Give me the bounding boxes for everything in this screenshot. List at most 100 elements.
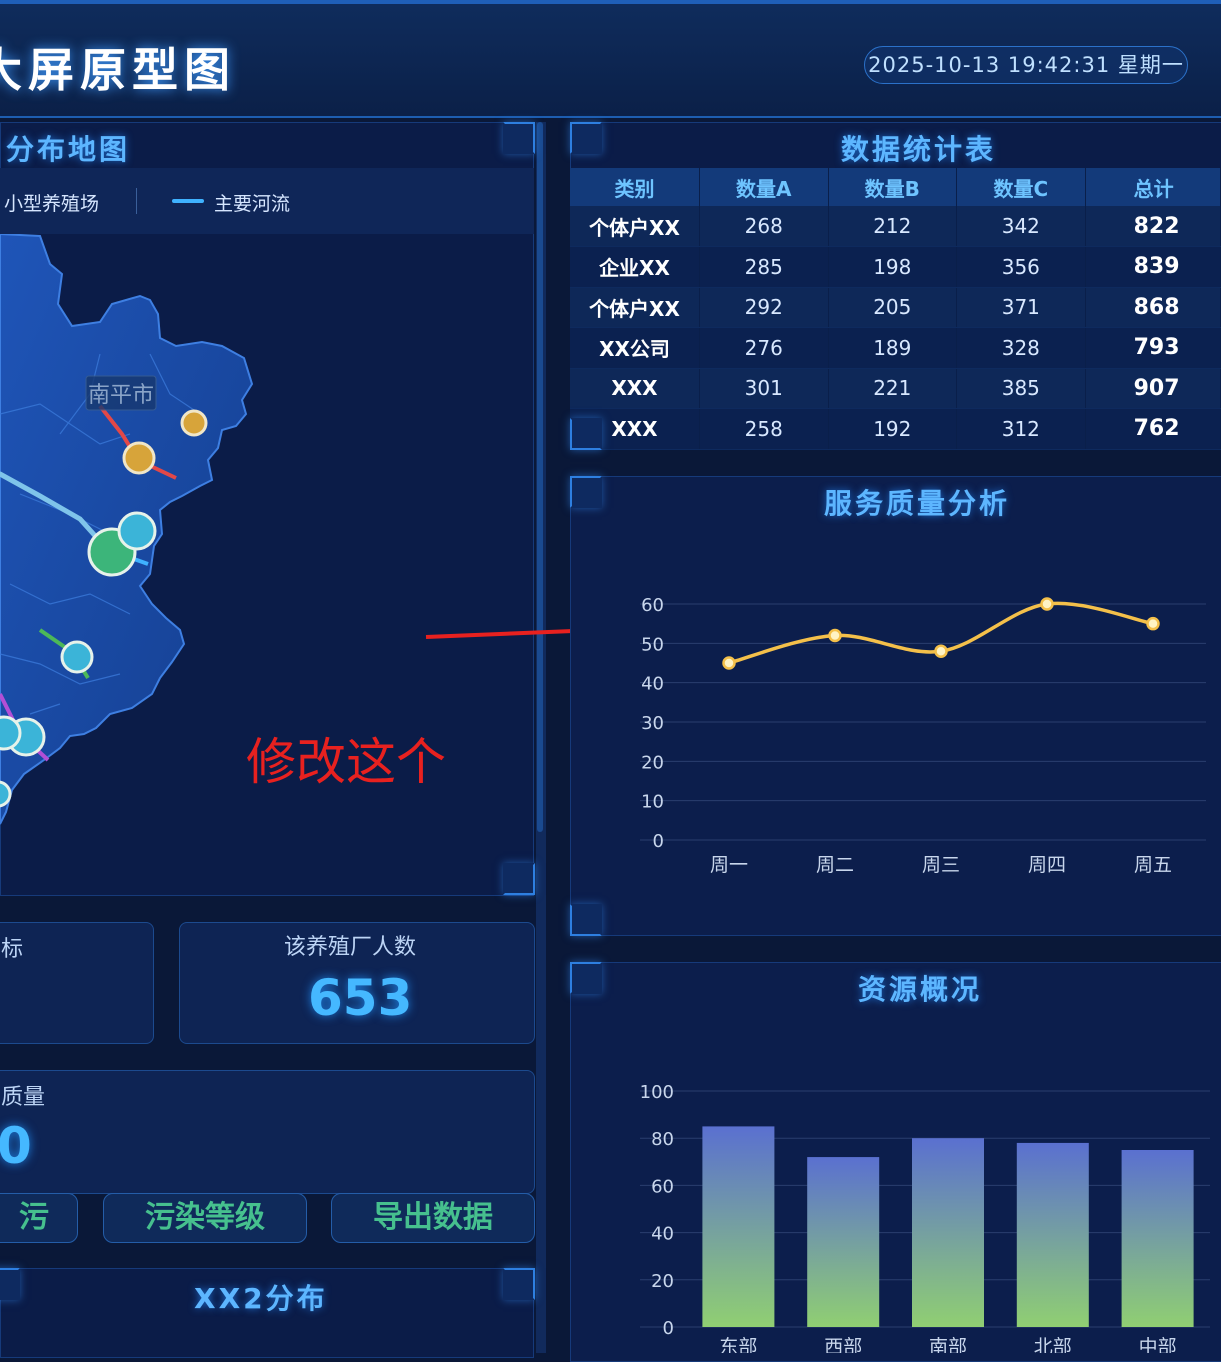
y-tick-label: 40	[641, 674, 664, 695]
bar[interactable]	[1016, 1142, 1089, 1327]
y-tick-label: 80	[651, 1129, 674, 1150]
legend-divider	[136, 188, 137, 214]
header-bar: 大屏原型图 2025-10-13 19:42:31 星期一	[0, 0, 1221, 118]
table-cell: 839	[1085, 246, 1221, 288]
table-cell: 268	[699, 206, 829, 247]
table-row[interactable]: 个体户XX 292 205 371 868	[570, 287, 1221, 328]
y-tick-label: 10	[641, 792, 664, 813]
table-panel-title: 数据统计表	[841, 133, 997, 166]
bar[interactable]	[807, 1157, 880, 1327]
data-table: 类别 数量A 数量B 数量C 总计 个体户XX 268 212 342 822 …	[570, 168, 1221, 450]
table-header-row: 类别 数量A 数量B 数量C 总计	[570, 168, 1221, 206]
data-point[interactable]	[1040, 597, 1054, 611]
x-tick-label: 中部	[1139, 1336, 1177, 1353]
farm-marker[interactable]	[0, 715, 22, 751]
corner-decor	[503, 863, 535, 895]
table-cell: 198	[828, 246, 958, 288]
table-cell: 385	[956, 368, 1086, 409]
table-cell: 793	[1085, 327, 1221, 369]
data-point[interactable]	[1146, 616, 1160, 631]
datetime-display: 2025-10-13 19:42:31 星期一	[864, 46, 1188, 84]
table-cell: 328	[956, 327, 1086, 369]
table-header[interactable]: 类别	[570, 168, 700, 206]
farm-marker[interactable]	[122, 441, 156, 475]
corner-decor	[570, 476, 602, 508]
table-row[interactable]: XXX 258 192 312 762	[570, 408, 1221, 450]
table-row[interactable]: XX公司 276 189 328 793	[570, 327, 1221, 369]
legend-item-river[interactable]: 主要河流	[214, 189, 290, 216]
table-header[interactable]: 数量C	[956, 168, 1086, 206]
y-tick-label: 100	[640, 1082, 674, 1103]
city-label: 南平市	[88, 383, 154, 408]
x-tick-label: 周四	[1028, 854, 1066, 876]
table-header[interactable]: 数量B	[828, 168, 958, 206]
table-cell: 312	[956, 408, 1086, 450]
table-cell: 301	[699, 368, 829, 409]
table-row[interactable]: XXX 301 221 385 907	[570, 368, 1221, 409]
data-point[interactable]	[934, 644, 948, 658]
x-tick-label: 西部	[824, 1336, 862, 1353]
stat-box-quality: 质量 0	[0, 1070, 535, 1194]
stat-label: 该养殖厂人数	[284, 935, 417, 960]
table-cell: 292	[699, 287, 829, 328]
service-quality-line-chart[interactable]: 0 10 20 30 40 50 60 周一 周二 周三 周四 周五	[570, 560, 1221, 900]
table-header[interactable]: 总计	[1085, 168, 1221, 206]
x-tick-label: 周三	[922, 854, 960, 876]
legend-item-small-farm[interactable]: 小型养殖场	[4, 189, 99, 216]
table-row[interactable]: 企业XX 285 198 356 839	[570, 246, 1221, 288]
table-cell: 868	[1085, 287, 1221, 328]
bar[interactable]	[702, 1126, 775, 1327]
farm-marker[interactable]	[60, 640, 94, 674]
table-row[interactable]: 个体户XX 268 212 342 822	[570, 206, 1221, 247]
stat-label: 标	[1, 937, 24, 962]
y-tick-label: 60	[651, 1176, 674, 1197]
annotation-text: 修改这个	[246, 733, 446, 791]
corner-decor	[0, 1268, 20, 1300]
corner-decor	[570, 122, 602, 154]
pollution-level-button[interactable]: 污染等级	[103, 1193, 307, 1243]
page-title: 大屏原型图	[0, 43, 236, 97]
y-tick-label: 0	[663, 1318, 674, 1339]
farm-marker[interactable]	[0, 780, 12, 808]
bar[interactable]	[912, 1138, 984, 1327]
bar[interactable]	[1121, 1150, 1194, 1327]
service-quality-title: 服务质量分析	[824, 487, 1011, 520]
table-cell: 个体户XX	[570, 206, 700, 247]
corner-decor	[570, 418, 602, 450]
data-point[interactable]	[722, 656, 736, 670]
x-tick-label: 周一	[710, 854, 748, 876]
stat-label: 质量	[1, 1085, 46, 1110]
table-cell: 762	[1085, 408, 1221, 450]
corner-decor	[570, 904, 602, 936]
x-tick-label: 北部	[1034, 1336, 1072, 1353]
distribution-map[interactable]: 南平市	[0, 232, 534, 894]
table-cell: 342	[956, 206, 1086, 247]
table-cell: 276	[699, 327, 829, 369]
pollution-button[interactable]: 污	[0, 1193, 78, 1243]
y-tick-label: 20	[651, 1271, 674, 1292]
table-cell: XXX	[570, 368, 700, 409]
table-cell: 212	[828, 206, 958, 247]
corner-decor	[503, 122, 535, 154]
export-data-button[interactable]: 导出数据	[331, 1193, 535, 1243]
table-cell: 189	[828, 327, 958, 369]
map-svg: 南平市	[0, 232, 254, 825]
table-cell: 258	[699, 408, 829, 450]
table-header[interactable]: 数量A	[699, 168, 829, 206]
table-cell: XX公司	[570, 327, 700, 369]
stat-value: 653	[308, 969, 413, 1027]
farm-marker[interactable]	[117, 511, 157, 551]
farm-marker[interactable]	[180, 409, 208, 437]
resource-overview-title: 资源概况	[858, 973, 983, 1006]
resource-overview-bar-chart[interactable]: 0 20 40 60 80 100 东部 西部 南部 北部 中部	[570, 1060, 1221, 1353]
y-tick-label: 40	[651, 1224, 674, 1245]
line-icon	[172, 199, 204, 203]
scrollbar-thumb[interactable]	[537, 122, 543, 832]
y-tick-label: 30	[641, 713, 664, 734]
table-cell: 个体户XX	[570, 287, 700, 328]
x-tick-label: 周五	[1134, 854, 1172, 876]
stat-box-farm-people: 该养殖厂人数 653	[179, 922, 535, 1044]
corner-decor	[570, 962, 602, 994]
x-tick-label: 周二	[816, 854, 854, 876]
data-point[interactable]	[828, 628, 842, 643]
